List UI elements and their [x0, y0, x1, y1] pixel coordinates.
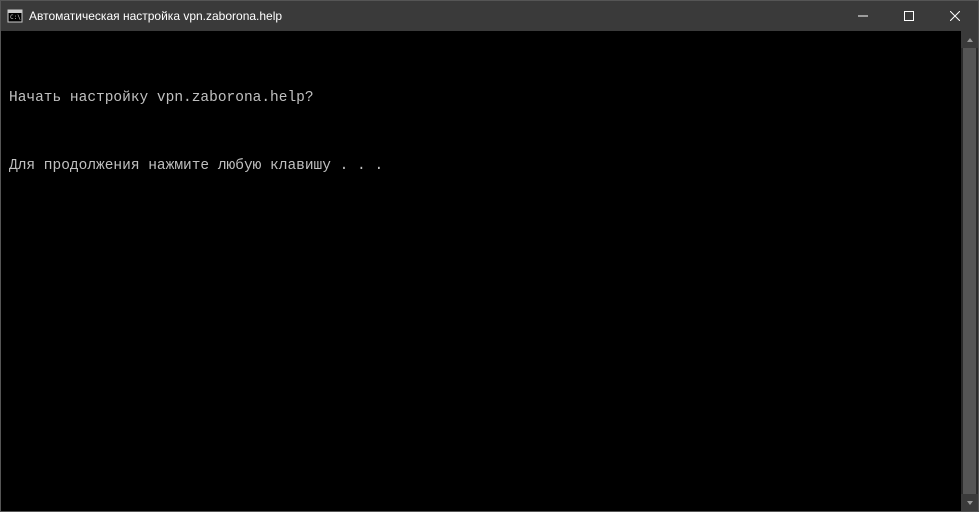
svg-text:C:\: C:\ [10, 14, 21, 21]
terminal-line: Начать настройку vpn.zaborona.help? [9, 90, 953, 107]
scrollbar-thumb[interactable] [963, 48, 976, 494]
minimize-button[interactable] [840, 1, 886, 31]
console-window: C:\ Автоматическая настройка vpn.zaboron… [0, 0, 979, 512]
terminal-output[interactable]: Начать настройку vpn.zaborona.help? Для … [1, 31, 961, 511]
window-title: Автоматическая настройка vpn.zaborona.he… [29, 9, 840, 23]
app-icon: C:\ [7, 8, 23, 24]
window-controls [840, 1, 978, 31]
content-area: Начать настройку vpn.zaborona.help? Для … [1, 31, 978, 511]
scroll-down-button[interactable] [961, 494, 978, 511]
terminal-line: Для продолжения нажмите любую клавишу . … [9, 158, 953, 175]
scroll-up-button[interactable] [961, 31, 978, 48]
vertical-scrollbar[interactable] [961, 31, 978, 511]
scrollbar-track[interactable] [961, 48, 978, 494]
titlebar[interactable]: C:\ Автоматическая настройка vpn.zaboron… [1, 1, 978, 31]
maximize-button[interactable] [886, 1, 932, 31]
close-button[interactable] [932, 1, 978, 31]
